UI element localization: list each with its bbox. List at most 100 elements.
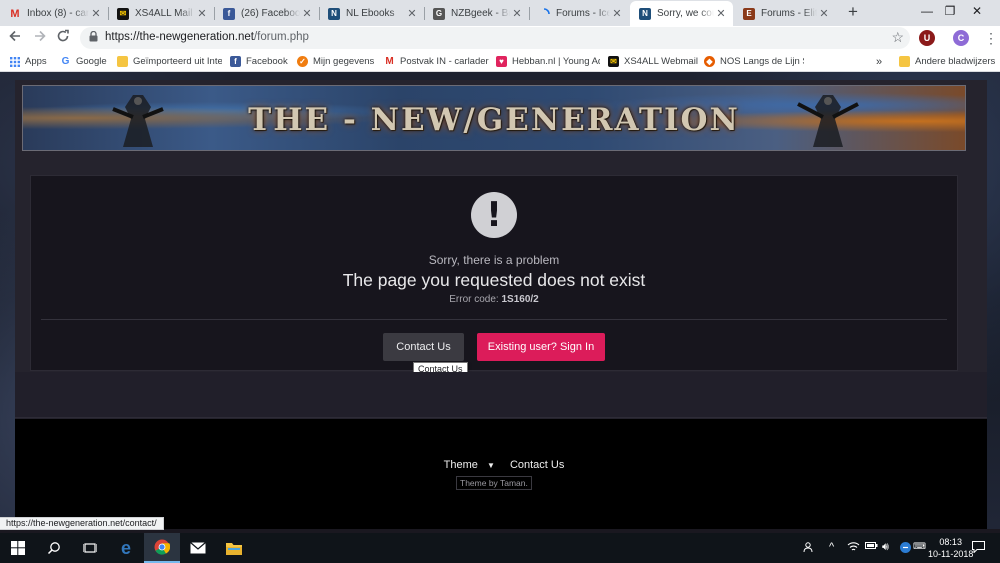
back-button[interactable] xyxy=(5,29,25,49)
tab-title: XS4ALL Mail :: xyxy=(135,8,195,19)
edge-icon: e xyxy=(120,537,131,558)
taskbar-edge[interactable]: e xyxy=(108,533,144,563)
facebook-icon: f xyxy=(223,7,235,20)
nl-ebooks-icon: N xyxy=(328,7,340,20)
windows-taskbar: e ^ 🔊︎ ⌨ 08:13 10-11-2018 xyxy=(0,533,1000,563)
tab-title: Forums - Elite xyxy=(761,8,817,19)
taskbar-mail[interactable] xyxy=(180,533,216,563)
clock-date: 10-11-2018 xyxy=(928,549,974,559)
close-icon[interactable]: ✕ xyxy=(405,7,419,20)
close-icon[interactable]: ✕ xyxy=(195,7,209,20)
error-code-label: Error code: xyxy=(449,294,502,305)
web-page: THE - NEW/GENERATION ! Sorry, there is a… xyxy=(0,72,1000,529)
tab-title: NZBgeek - Bro xyxy=(451,8,510,19)
bookmark-label: Facebook xyxy=(246,56,288,67)
bookmark-label: Apps xyxy=(25,56,47,67)
bookmark-apps[interactable]: Apps xyxy=(9,54,47,69)
mail-icon xyxy=(190,542,206,554)
ublock-extension-icon[interactable]: U xyxy=(919,30,935,46)
footer-links: Theme ▼ Contact Us xyxy=(15,459,987,471)
tab-nzbgeek[interactable]: G NZBgeek - Bro ✕ xyxy=(424,1,529,26)
bookmark-label: Andere bladwijzers xyxy=(915,56,996,67)
footer-contact-link[interactable]: Contact Us xyxy=(510,459,564,471)
contact-us-button[interactable]: Contact Us xyxy=(383,333,464,361)
close-icon[interactable]: ✕ xyxy=(610,7,624,20)
close-window-button[interactable]: ✕ xyxy=(954,0,1000,24)
system-clock[interactable]: 08:13 10-11-2018 xyxy=(928,536,973,560)
address-bar[interactable]: https://the-newgeneration.net/forum.php … xyxy=(80,27,910,49)
error-code-value: 1S160/2 xyxy=(501,294,539,305)
tab-nl-ebooks[interactable]: N NL Ebooks ✕ xyxy=(319,1,424,26)
taskbar-file-explorer[interactable] xyxy=(216,533,252,563)
chrome-menu-icon[interactable]: ⋮ xyxy=(984,30,998,46)
close-icon[interactable]: ✕ xyxy=(714,7,728,20)
elite-icon: E xyxy=(743,7,755,20)
bookmark-other-folder[interactable]: Andere bladwijzers xyxy=(899,54,995,69)
bookmark-xs4all-webmail[interactable]: ✉ XS4ALL Webmail xyxy=(608,54,698,69)
reload-button[interactable] xyxy=(53,29,73,49)
search-button[interactable] xyxy=(36,533,72,563)
chevron-up-icon[interactable]: ^ xyxy=(829,541,834,553)
loading-icon xyxy=(538,7,550,20)
windows-logo-icon xyxy=(11,541,25,555)
bookmark-hebban[interactable]: ♥ Hebban.nl | Young Ad xyxy=(496,54,600,69)
bookmark-nos[interactable]: ◆ NOS Langs de Lijn Sp xyxy=(704,54,804,69)
close-icon[interactable]: ✕ xyxy=(89,7,103,20)
error-panel: ! Sorry, there is a problem The page you… xyxy=(30,175,958,376)
browser-toolbar: https://the-newgeneration.net/forum.php … xyxy=(0,26,1000,51)
tab-forums-elite[interactable]: E Forums - Elite ✕ xyxy=(734,1,836,26)
google-icon: G xyxy=(61,56,70,67)
keyboard-icon[interactable]: ⌨ xyxy=(913,541,926,552)
taskbar-chrome[interactable] xyxy=(144,533,180,563)
footer-band xyxy=(15,372,987,418)
mijn-gegevens-icon: ✓ xyxy=(297,56,308,67)
close-icon[interactable]: ✕ xyxy=(817,7,831,20)
url-path: /forum.php xyxy=(253,31,309,43)
lock-icon xyxy=(89,30,98,45)
onedrive-icon[interactable] xyxy=(899,541,912,557)
forward-button[interactable] xyxy=(30,29,50,49)
bookmark-star-icon[interactable]: ☆ xyxy=(891,29,904,46)
task-view-button[interactable] xyxy=(72,533,108,563)
folder-icon xyxy=(117,56,128,67)
banner-title: THE - NEW/GENERATION xyxy=(248,102,740,138)
tab-title: NL Ebooks xyxy=(346,8,395,19)
volume-icon[interactable]: 🔊︎ xyxy=(882,541,889,554)
url-text: https://the-newgeneration.net/forum.php xyxy=(105,31,309,43)
close-icon[interactable]: ✕ xyxy=(510,7,524,20)
back-arrow-icon xyxy=(9,30,20,42)
tab-forums-icew[interactable]: Forums - Icew ✕ xyxy=(529,1,629,26)
bookmark-folder-imported[interactable]: Geïmporteerd uit Inte xyxy=(117,54,222,69)
profile-avatar[interactable]: C xyxy=(953,30,969,46)
bookmark-mijn-gegevens[interactable]: ✓ Mijn gegevens xyxy=(297,54,374,69)
bookmark-label: Hebban.nl | Young Ad xyxy=(512,56,600,67)
battery-icon[interactable] xyxy=(865,541,878,553)
apps-icon xyxy=(9,56,20,67)
tab-facebook[interactable]: f (26) Facebook ✕ xyxy=(214,1,319,26)
bookmark-label: Geïmporteerd uit Inte xyxy=(133,56,222,67)
people-icon[interactable] xyxy=(803,541,816,557)
bookmark-facebook[interactable]: f Facebook xyxy=(230,54,288,69)
xs4all-icon: ✉ xyxy=(608,56,619,67)
tab-title: Forums - Icew xyxy=(556,8,610,19)
sign-in-button[interactable]: Existing user? Sign In xyxy=(477,333,605,361)
site-banner[interactable]: THE - NEW/GENERATION xyxy=(22,85,966,151)
start-button[interactable] xyxy=(0,533,36,563)
hebban-icon: ♥ xyxy=(496,56,507,67)
theme-menu-link[interactable]: Theme ▼ xyxy=(438,459,495,471)
theme-credit[interactable]: Theme by Taman. xyxy=(456,476,532,490)
wifi-icon[interactable] xyxy=(847,541,860,555)
bookmark-google[interactable]: G Google xyxy=(60,54,107,69)
exclamation-icon: ! xyxy=(471,192,517,238)
tab-active-sorry[interactable]: N Sorry, we coul ✕ xyxy=(630,1,733,26)
folder-icon xyxy=(226,542,242,555)
new-tab-button[interactable]: + xyxy=(844,3,862,21)
error-code: Error code: 1S160/2 xyxy=(31,294,957,305)
bookmarks-overflow-chevron[interactable]: » xyxy=(876,54,882,69)
close-icon[interactable]: ✕ xyxy=(300,7,314,20)
bookmark-postvak[interactable]: M Postvak IN - carlader xyxy=(384,54,490,69)
notifications-icon[interactable] xyxy=(972,541,985,556)
tab-xs4all[interactable]: ✉ XS4ALL Mail :: ✕ xyxy=(108,1,214,26)
tab-gmail[interactable]: M Inbox (8) - carl ✕ xyxy=(0,1,108,26)
gmail-icon: M xyxy=(10,7,20,20)
